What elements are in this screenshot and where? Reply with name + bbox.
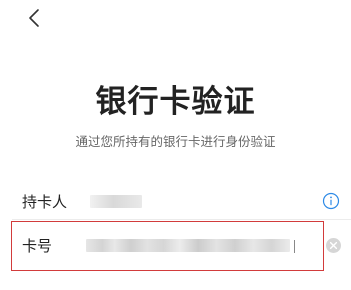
cardholder-label: 持卡人	[22, 193, 68, 211]
page-subtitle: 通过您所持有的银行卡进行身份验证	[75, 134, 276, 149]
card-number-value-blurred	[86, 239, 290, 252]
cardholder-row: 持卡人	[0, 184, 351, 220]
card-number-row: 卡号	[0, 221, 351, 271]
row-divider	[12, 219, 351, 220]
chevron-left-icon	[28, 8, 40, 28]
cardholder-value-blurred	[90, 195, 142, 208]
info-icon[interactable]	[322, 192, 340, 210]
clear-icon[interactable]	[325, 237, 342, 254]
text-caret	[294, 240, 295, 253]
back-button[interactable]	[20, 4, 48, 32]
page-title: 银行卡验证	[95, 84, 256, 120]
card-number-input[interactable]	[86, 235, 296, 255]
card-number-label: 卡号	[22, 237, 53, 255]
bank-card-verification-page: 银行卡验证 通过您所持有的银行卡进行身份验证 持卡人 卡号	[0, 0, 351, 290]
